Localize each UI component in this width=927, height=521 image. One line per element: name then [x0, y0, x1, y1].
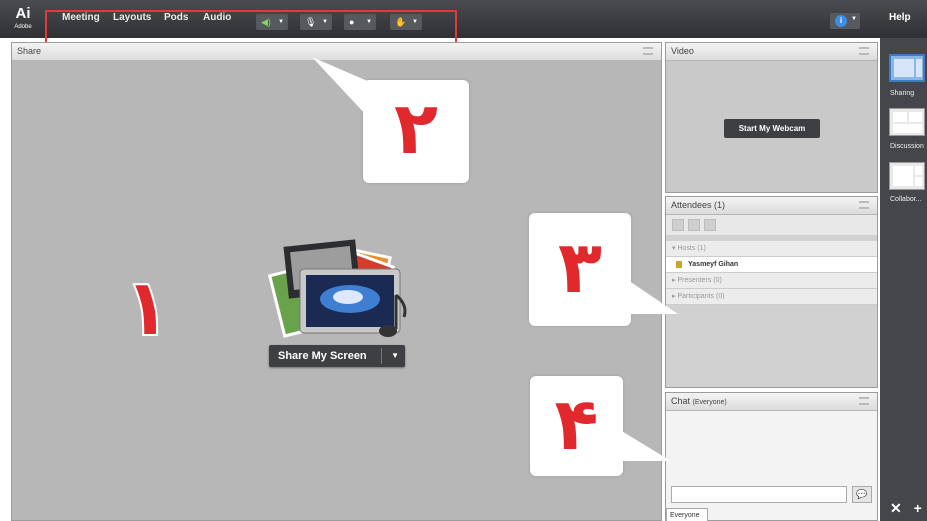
callout-4: ۴ — [530, 376, 623, 476]
pod-title: Chat (Everyone) — [671, 396, 727, 406]
chevron-down-icon[interactable]: ▼ — [391, 345, 399, 367]
attendees-toolbar — [666, 215, 877, 235]
attendees-pod: Attendees (1) ▾ Hosts (1) Yasmeyf Gihan … — [665, 196, 878, 388]
list-item[interactable]: Yasmeyf Gihan — [666, 257, 877, 273]
layout-actions: ✕ + — [890, 500, 922, 517]
pod-title: Attendees (1) — [671, 200, 726, 210]
callout-1-number: ١ — [122, 260, 173, 353]
layout-sharing[interactable] — [889, 54, 925, 82]
add-icon[interactable]: + — [914, 500, 922, 516]
callout-pointer — [312, 57, 372, 117]
list-item[interactable]: ▾ Hosts (1) — [666, 241, 877, 257]
adobe-logo: Ai Adobe — [14, 5, 32, 30]
layouts-bar: Sharing Discussion Collabor... — [880, 38, 927, 521]
svg-text:١: ١ — [123, 261, 172, 353]
info-icon: i — [835, 15, 847, 27]
share-my-screen-button[interactable]: Share My Screen ▼ — [269, 345, 405, 367]
pod-options-icon[interactable] — [643, 47, 653, 55]
pod-title: Video — [671, 46, 694, 56]
grid-view-icon[interactable] — [672, 219, 684, 231]
pod-options-icon[interactable] — [859, 201, 869, 209]
sort-icon[interactable] — [704, 219, 716, 231]
expand-icon[interactable] — [688, 219, 700, 231]
chat-input[interactable] — [671, 486, 847, 503]
pod-options-icon[interactable] — [859, 397, 869, 405]
pod-header: Chat (Everyone) — [666, 393, 877, 411]
pod-header: Attendees (1) — [666, 197, 877, 215]
tab-everyone[interactable]: Everyone — [666, 508, 708, 521]
chat-send-button[interactable]: 💬 — [852, 486, 872, 503]
layout-discussion[interactable] — [889, 108, 925, 136]
list-item[interactable]: ▸ Presenters (0) — [666, 273, 877, 289]
chevron-down-icon: ▼ — [851, 16, 857, 22]
list-item[interactable]: ▸ Participants (0) — [666, 289, 877, 305]
pod-title: Share — [17, 46, 42, 56]
pod-options-icon[interactable] — [859, 47, 869, 55]
callout-pointer — [615, 427, 671, 461]
layout-collaboration[interactable] — [889, 162, 925, 190]
chat-pod: Chat (Everyone) 💬 Everyone — [665, 392, 878, 521]
callout-3: ٣ — [529, 213, 631, 326]
host-icon — [676, 260, 682, 268]
help-menu[interactable]: Help — [889, 12, 911, 23]
status-button[interactable]: i ▼ — [830, 13, 860, 29]
callout-pointer — [622, 276, 678, 314]
start-webcam-button[interactable]: Start My Webcam — [724, 119, 820, 138]
close-icon[interactable]: ✕ — [890, 500, 902, 516]
video-pod: Video Start My Webcam — [665, 42, 878, 193]
pod-header: Video — [666, 43, 877, 61]
